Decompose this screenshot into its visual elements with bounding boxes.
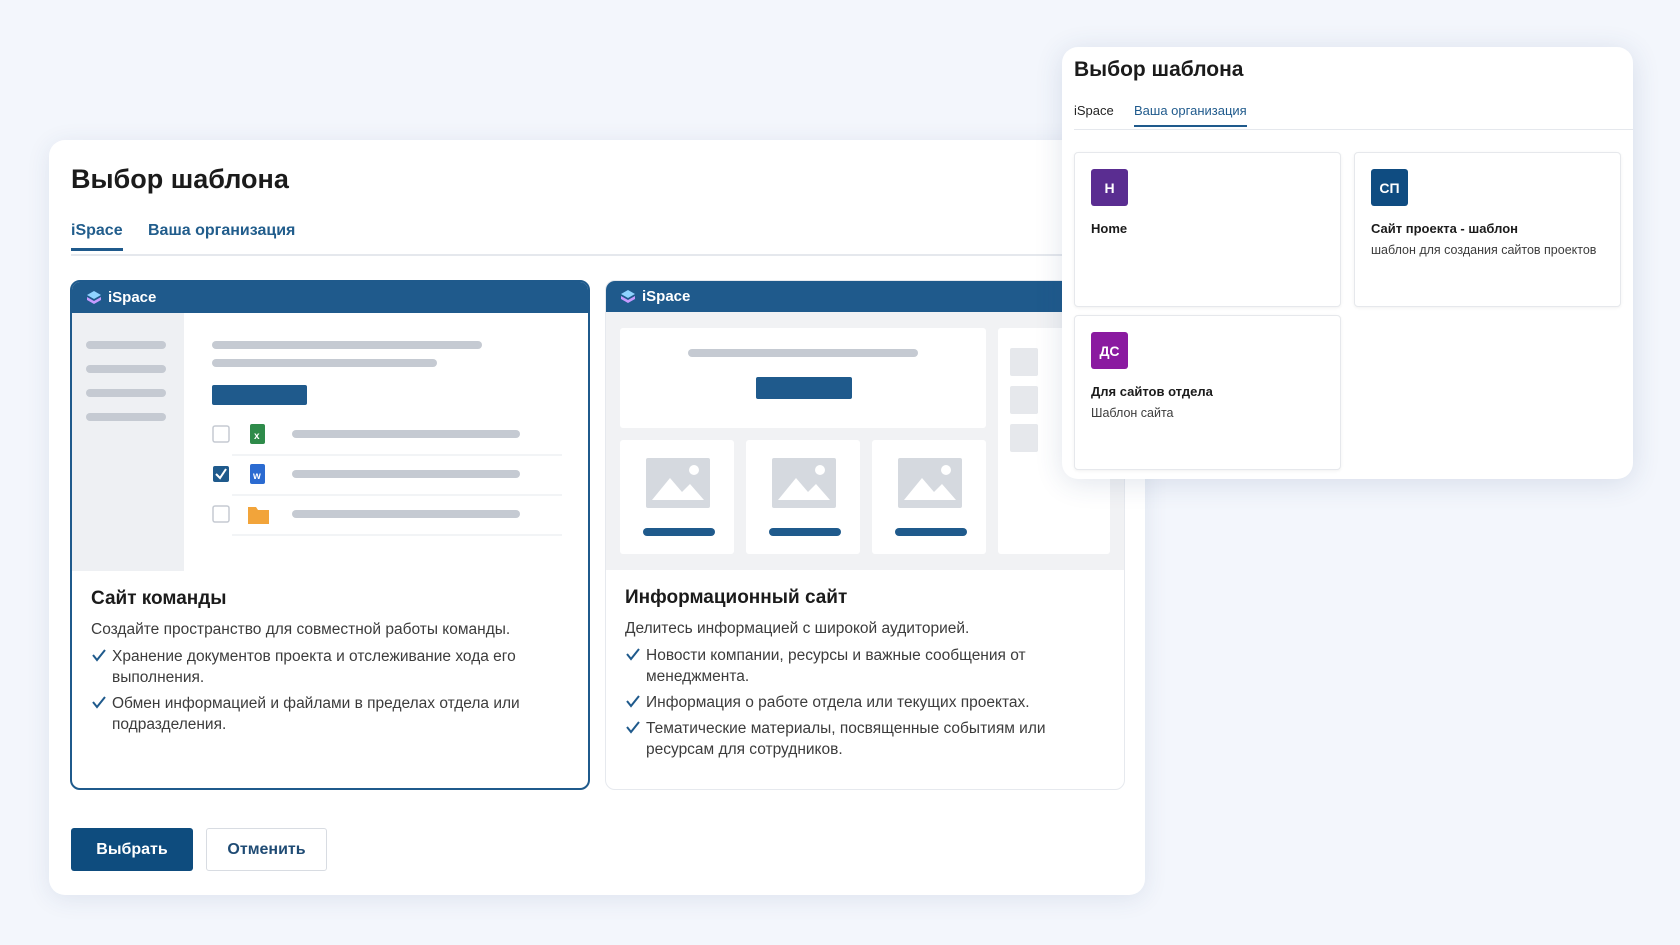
feature-item: Хранение документов проекта и отслеживан… [91,646,571,688]
checkmark-icon [92,696,106,709]
ispace-logo-icon [621,289,635,303]
template-description: шаблон для создания сайтов проектов [1371,243,1597,257]
template-avatar: СП [1371,169,1408,206]
org-template-card-department-sites[interactable]: ДС Для сайтов отдела Шаблон сайта [1074,315,1341,470]
feature-text: Обмен информацией и файлами в пределах о… [112,695,520,733]
card-description: Делитесь информацией с широкой аудиторие… [625,620,970,637]
template-dialog-organization: Выбор шаблона iSpace Ваша организация Н … [1062,47,1633,479]
template-card-team-site[interactable]: iSpace x w Сайт команды Создайте простра… [70,280,590,790]
template-dialog-main: Выбор шаблона iSpace Ваша организация iS… [49,140,1145,895]
checkmark-icon [92,649,106,662]
feature-text: Информация о работе отдела или текущих п… [646,694,1030,711]
cancel-button[interactable]: Отменить [206,828,327,871]
card-header: iSpace [606,281,1124,312]
card-title: Информационный сайт [625,587,848,608]
card-brand: iSpace [642,288,691,305]
tab-ispace[interactable]: iSpace [1074,103,1114,125]
feature-text: Тематические материалы, посвященные собы… [646,720,1046,758]
checkmark-icon [626,695,640,708]
org-template-card-home[interactable]: Н Home [1074,152,1341,307]
feature-item: Тематические материалы, посвященные собы… [625,718,1105,760]
template-title: Home [1091,221,1128,236]
feature-item: Новости компании, ресурсы и важные сообщ… [625,645,1105,687]
select-button[interactable]: Выбрать [71,828,193,871]
team-site-preview-illustration: x w [72,313,588,571]
feature-item: Обмен информацией и файлами в пределах о… [91,693,571,735]
dialog-title: Выбор шаблона [71,164,289,194]
template-avatar: Н [1091,169,1128,206]
tab-your-organization[interactable]: Ваша организация [148,222,295,248]
dialog-title: Выбор шаблона [1074,58,1244,81]
tab-your-organization[interactable]: Ваша организация [1134,103,1247,127]
image-placeholder-icon [872,440,986,554]
image-placeholder-icon [620,440,734,554]
svg-text:w: w [252,471,261,482]
card-brand: iSpace [108,289,157,306]
image-placeholder-icon [746,440,860,554]
information-site-preview [606,312,1124,570]
tab-bar: iSpace Ваша организация [1074,103,1633,130]
feature-text: Хранение документов проекта и отслеживан… [112,648,516,686]
template-description: Шаблон сайта [1091,406,1174,420]
checkmark-icon [626,648,640,661]
card-content: Информационный сайт Делитесь информацией… [625,587,1105,765]
information-site-preview-illustration [620,328,1110,554]
checkmark-icon [626,721,640,734]
template-title: Сайт проекта - шаблон [1371,221,1519,236]
tab-bar: iSpace Ваша организация [71,222,1101,256]
team-site-preview: x w [72,313,588,571]
org-template-card-project-site[interactable]: СП Сайт проекта - шаблон шаблон для созд… [1354,152,1621,307]
card-title: Сайт команды [91,588,227,609]
template-card-information-site[interactable]: iSpace Информационный сайт Делитесь инфо… [605,280,1125,790]
card-header: iSpace [72,282,588,313]
template-avatar: ДС [1091,332,1128,369]
feature-text: Новости компании, ресурсы и важные сообщ… [646,647,1026,685]
template-title: Для сайтов отдела [1091,384,1213,399]
feature-item: Информация о работе отдела или текущих п… [625,692,1105,713]
tab-ispace[interactable]: iSpace [71,222,123,251]
svg-text:x: x [254,431,260,442]
card-description: Создайте пространство для совместной раб… [91,621,511,638]
ispace-logo-icon [87,290,101,304]
card-content: Сайт команды Создайте пространство для с… [91,588,571,740]
